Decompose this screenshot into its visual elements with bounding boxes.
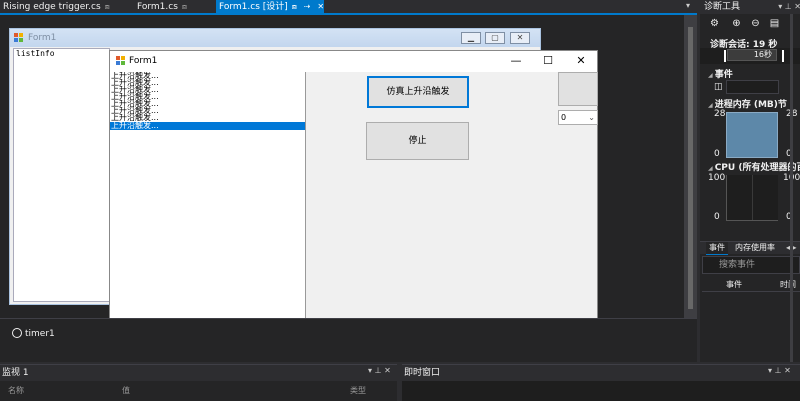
list-item[interactable]: 上升沿触发... <box>110 72 305 79</box>
panel-title: 诊断工具 <box>704 2 741 12</box>
pause-icon: ◫ <box>714 82 723 92</box>
chevron-down-icon[interactable]: ▾ <box>778 2 782 11</box>
simulate-rising-edge-button[interactable]: 仿真上升沿触发 <box>367 76 469 108</box>
events-track <box>726 80 779 94</box>
memory-chart <box>726 112 778 158</box>
column-time[interactable]: 时间 <box>780 279 796 290</box>
timer-component[interactable]: timer1 <box>12 328 55 339</box>
list-item[interactable]: 上升沿触发... <box>110 100 305 107</box>
tab-events[interactable]: 事件 <box>706 242 728 255</box>
value-combobox[interactable]: 0 ⌄ <box>558 110 598 125</box>
cpu-chart <box>726 175 778 221</box>
cpu-axis-min: 0 <box>714 212 720 222</box>
form-icon <box>14 33 24 43</box>
form1-titlebar[interactable]: Form1 — ☐ ✕ <box>110 51 597 72</box>
column-name[interactable]: 名称 <box>8 385 24 396</box>
listbox-name: listInfo <box>16 49 55 58</box>
list-item[interactable]: 上升沿触发... <box>110 107 305 114</box>
list-item-selected[interactable]: 上升沿触发... <box>110 122 305 130</box>
cpu-section-header[interactable]: CPU (所有处理器的百... <box>708 160 800 173</box>
minimize-icon: ▁ <box>461 32 481 44</box>
tab-memory-usage[interactable]: 内存使用率 <box>732 242 778 255</box>
pin-icon[interactable]: ⊥ <box>775 366 782 375</box>
pin-icon[interactable]: ⧈ <box>292 2 297 11</box>
pin-icon[interactable]: ⧈ <box>182 2 187 11</box>
reset-zoom-icon[interactable]: ▤ <box>768 17 781 30</box>
panel-scrollbar[interactable] <box>790 14 793 362</box>
chevron-down-icon[interactable]: ▾ <box>368 366 372 375</box>
column-event[interactable]: 事件 <box>726 279 742 290</box>
zoom-out-icon[interactable]: ⊖ <box>749 17 762 30</box>
settings-gear-icon[interactable]: ⚙ <box>708 17 721 30</box>
pin-icon[interactable]: ⧈ <box>105 2 110 11</box>
cpu-axis-max: 100 <box>708 173 726 183</box>
maximize-button[interactable]: ☐ <box>532 51 564 72</box>
info-listbox[interactable]: 上升沿触发... 上升沿触发... 上升沿触发... 上升沿触发... 上升沿触… <box>110 72 306 325</box>
tab-overflow-icon[interactable]: ▾ <box>686 1 690 10</box>
watch-pane-controls: ▾ ⊥ ✕ <box>368 366 391 375</box>
designer-form-titlebar: Form1 ▁ ▢ ✕ <box>10 29 540 47</box>
watch-pane-title[interactable]: 监视 1 <box>2 366 29 380</box>
events-section-header[interactable]: 事件 <box>708 67 733 80</box>
maximize-icon: ▢ <box>485 32 505 44</box>
listinfo-listbox[interactable]: listInfo <box>13 48 110 302</box>
list-item[interactable]: 上升沿触发... <box>110 114 305 121</box>
component-tray <box>0 318 697 362</box>
timer-icon <box>12 328 22 338</box>
zoom-in-icon[interactable]: ⊕ <box>730 17 743 30</box>
chevron-down-icon[interactable]: ▾ <box>768 366 772 375</box>
tab-label: Form1.cs [设计] <box>219 2 288 12</box>
designer-button[interactable] <box>558 72 598 106</box>
close-icon[interactable]: ✕ <box>784 366 791 375</box>
form-icon <box>116 56 126 66</box>
watch-pane[interactable]: 名称 值 类型 <box>0 381 397 401</box>
chevron-down-icon[interactable]: ⌄ <box>588 111 595 124</box>
immediate-pane-title[interactable]: 即时窗口 <box>404 366 440 380</box>
minimize-button[interactable]: — <box>500 51 532 72</box>
memory-axis-max: 28 <box>714 109 726 119</box>
designer-form-title: Form1 <box>28 33 57 43</box>
close-icon[interactable]: ✕ <box>794 2 800 11</box>
diagnostic-tools-panel: 诊断工具 ▾ ⊥ ✕ ⚙ ⊕ ⊖ ▤ 诊断会话: 19 秒 16秒 事件 ◫ 进… <box>697 0 800 362</box>
scrollbar-thumb[interactable] <box>688 27 693 309</box>
form1-title: Form1 <box>129 56 158 66</box>
event-search-input[interactable]: 搜索事件 <box>702 256 800 274</box>
events-column-headers: 事件 时间 <box>702 276 800 292</box>
close-icon[interactable]: ✕ <box>317 2 324 11</box>
column-type[interactable]: 类型 <box>350 385 366 396</box>
close-icon: ✕ <box>510 32 530 44</box>
close-button[interactable]: ✕ <box>565 51 597 72</box>
diagnostics-tabs: 事件 内存使用率 ◂ ▸ <box>700 241 800 255</box>
list-item[interactable]: 上升沿触发... <box>110 93 305 100</box>
column-value[interactable]: 值 <box>122 385 130 396</box>
immediate-pane-controls: ▾ ⊥ ✕ <box>768 366 791 375</box>
memory-axis-min: 0 <box>714 149 720 159</box>
list-item[interactable]: 上升沿触发... <box>110 86 305 93</box>
keep-open-icon[interactable]: ⇢ <box>304 2 311 11</box>
session-timeline[interactable]: 16秒 <box>700 48 800 64</box>
tab-label: Form1.cs <box>137 2 178 12</box>
form1-window[interactable]: Form1 — ☐ ✕ 上升沿触发... 上升沿触发... 上升沿触发... 上… <box>109 50 598 325</box>
timer-label: timer1 <box>25 329 55 339</box>
pin-icon[interactable]: ⊥ <box>785 2 792 11</box>
combo-value: 0 <box>561 113 567 122</box>
timeline-marker: 16秒 <box>727 49 777 61</box>
immediate-pane[interactable] <box>402 381 800 401</box>
list-item[interactable]: 上升沿触发... <box>110 79 305 86</box>
close-icon[interactable]: ✕ <box>384 366 391 375</box>
stop-button[interactable]: 停止 <box>366 122 469 160</box>
designer-scrollbar[interactable] <box>684 15 697 318</box>
tab-label: Rising edge trigger.cs <box>3 2 101 12</box>
pin-icon[interactable]: ⊥ <box>375 366 382 375</box>
panel-titlebar: 诊断工具 ▾ ⊥ ✕ <box>700 0 800 14</box>
